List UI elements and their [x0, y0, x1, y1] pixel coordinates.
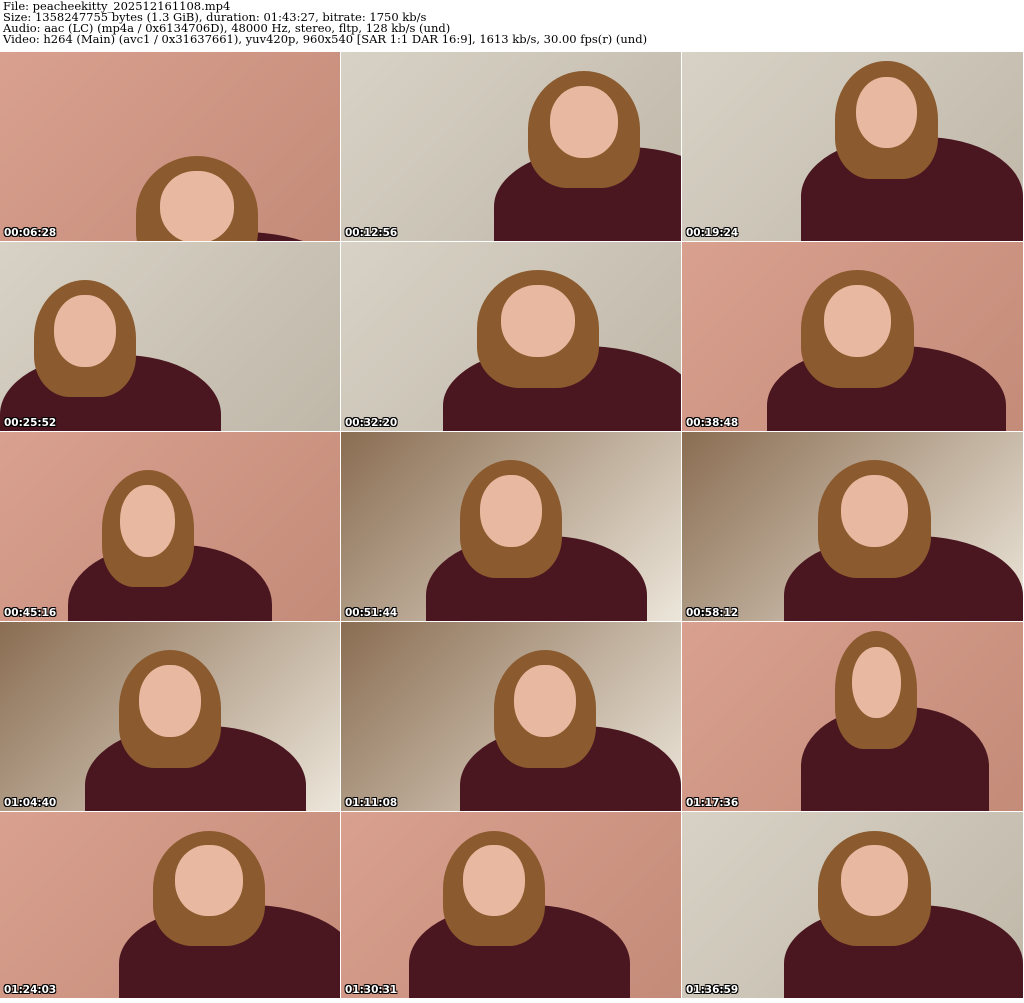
person-face — [175, 845, 243, 917]
person-face — [463, 845, 525, 917]
person-face — [160, 171, 234, 241]
thumbnail-timestamp: 00:12:56 — [345, 227, 398, 239]
video-thumbnail: 00:51:44 — [341, 432, 681, 622]
person-face — [120, 484, 176, 557]
thumbnail-timestamp: 01:24:03 — [4, 984, 57, 996]
person-face — [501, 285, 575, 358]
person-face — [550, 86, 618, 158]
thumbnail-grid: 00:06:28 00:12:56 00:19:24 00:25:52 00:32:20… — [0, 52, 1024, 1003]
video-thumbnail: 00:58:12 — [682, 432, 1023, 622]
video-thumbnail: 01:36:59 — [682, 812, 1023, 999]
thumbnail-timestamp: 01:30:31 — [345, 984, 398, 996]
person-face — [139, 665, 201, 738]
person-face — [823, 285, 892, 358]
video-thumbnail: 01:17:36 — [682, 622, 1023, 812]
person-face — [480, 475, 542, 548]
thumbnail-timestamp: 00:06:28 — [4, 227, 57, 239]
file-info-header: File: peacheekitty_202512161108.mp4 Size… — [3, 0, 1021, 46]
person-face — [514, 665, 576, 738]
thumbnail-timestamp: 00:58:12 — [686, 607, 739, 619]
person-face — [851, 646, 901, 719]
video-thumbnail: 00:45:16 — [0, 432, 340, 622]
thumbnail-timestamp: 01:36:59 — [686, 984, 739, 996]
thumbnail-timestamp: 00:25:52 — [4, 417, 57, 429]
thumbnail-timestamp: 00:32:20 — [345, 417, 398, 429]
person-face — [855, 76, 918, 149]
video-thumbnail: 00:38:48 — [682, 242, 1023, 432]
thumbnail-timestamp: 01:17:36 — [686, 797, 739, 809]
video-thumbnail: 01:04:40 — [0, 622, 340, 812]
thumbnail-timestamp: 00:19:24 — [686, 227, 739, 239]
thumbnail-timestamp: 01:04:40 — [4, 797, 57, 809]
video-info-line: Video: h264 (Main) (avc1 / 0x31637661), … — [3, 32, 648, 46]
video-thumbnail: 00:12:56 — [341, 52, 681, 242]
video-thumbnail: 01:30:31 — [341, 812, 681, 999]
person-face — [54, 294, 116, 367]
thumbnail-timestamp: 01:11:08 — [345, 797, 398, 809]
thumbnail-timestamp: 00:51:44 — [345, 607, 398, 619]
person-face — [840, 845, 909, 917]
person-face — [840, 475, 909, 548]
video-thumbnail: 01:24:03 — [0, 812, 340, 999]
video-thumbnail: 00:06:28 — [0, 52, 340, 242]
video-thumbnail: 00:25:52 — [0, 242, 340, 432]
video-thumbnail: 00:19:24 — [682, 52, 1023, 242]
thumbnail-timestamp: 00:45:16 — [4, 607, 57, 619]
video-thumbnail: 00:32:20 — [341, 242, 681, 432]
thumbnail-timestamp: 00:38:48 — [686, 417, 739, 429]
video-thumbnail: 01:11:08 — [341, 622, 681, 812]
